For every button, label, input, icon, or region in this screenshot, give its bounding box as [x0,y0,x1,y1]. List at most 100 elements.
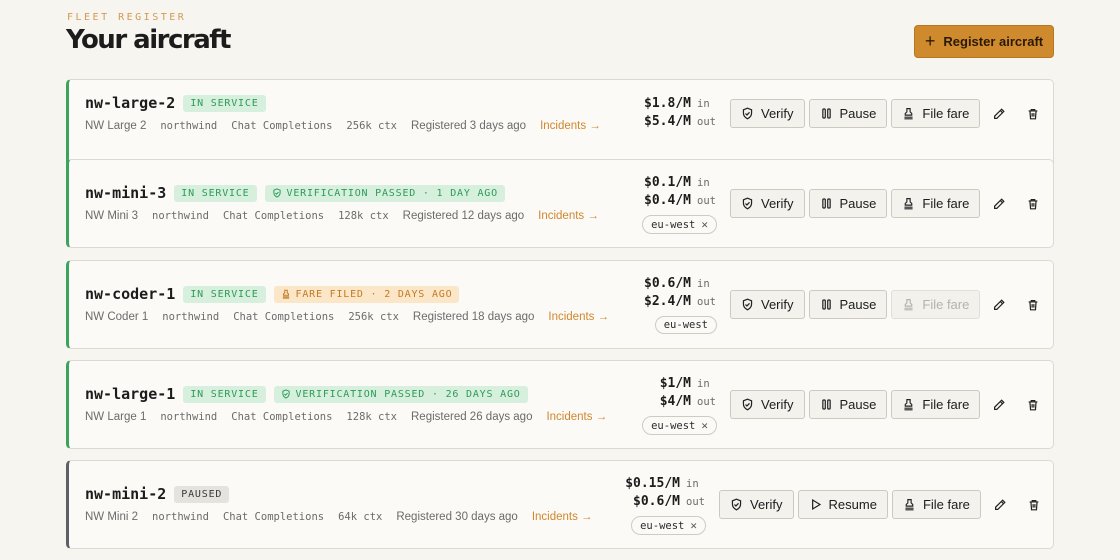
verify-button[interactable]: Verify [730,390,805,419]
aircraft-name: nw-mini-2 [85,485,167,503]
display-name: NW Large 2 [85,120,147,132]
trash-icon [1028,108,1038,119]
trash-icon [1028,198,1038,209]
incidents-link[interactable]: Incidents → [538,210,599,222]
aircraft-name: nw-coder-1 [85,285,176,303]
pause-button[interactable]: Pause [808,290,888,319]
delete-button[interactable] [1018,99,1048,128]
pricing: $0.1/M in $0.4/M out eu-west ✕ [642,175,717,234]
provider: northwind [152,511,209,523]
aircraft-card: nw-mini-2 PAUSED NW Mini 2 northwind Cha… [66,460,1054,549]
display-name: NW Mini 3 [85,210,139,222]
stamp-icon [282,289,289,299]
shield-check-icon [742,298,753,311]
close-icon[interactable]: ✕ [701,218,708,231]
register-aircraft-button[interactable]: + Register aircraft [914,25,1054,58]
verification-badge: VERIFICATION PASSED · 1 DAY AGO [264,184,505,202]
stamp-icon [904,399,913,411]
price-in: $0.15/M [625,476,680,491]
price-in: $1.8/M [644,96,691,111]
verify-button[interactable]: Verify [730,189,805,218]
edit-button[interactable] [984,290,1014,319]
edit-button[interactable] [984,99,1014,128]
stamp-icon [904,299,913,311]
region-tag: eu-west ✕ [631,516,706,535]
api-type: Chat Completions [222,511,325,523]
stamp-icon [904,198,913,210]
close-icon[interactable]: ✕ [690,519,697,532]
pencil-icon [994,107,1006,119]
aircraft-name: nw-large-2 [85,94,176,112]
incidents-link[interactable]: Incidents → [546,411,607,423]
delete-button[interactable] [1018,290,1048,319]
provider: northwind [160,120,218,132]
registered-date: Registered 30 days ago [396,511,518,523]
aircraft-card: nw-large-2 IN SERVICE NW Large 2 northwi… [66,79,1054,168]
play-icon [811,498,821,511]
delete-button[interactable] [1018,189,1048,218]
display-name: NW Mini 2 [85,511,139,523]
pause-button[interactable]: Pause [808,99,888,128]
price-out: $2.4/M [644,294,691,309]
registered-date: Registered 26 days ago [411,411,533,423]
api-type: Chat Completions [233,311,335,323]
status-badge: PAUSED [174,485,230,503]
pause-button[interactable]: Pause [808,189,888,218]
price-out: $0.4/M [644,193,691,208]
region-tag: eu-west ✕ [642,416,717,435]
shield-check-icon [742,107,753,120]
pencil-icon [994,298,1006,310]
stamp-icon [904,108,913,120]
provider: northwind [160,411,218,423]
file-fare-button[interactable]: File fare [891,189,981,218]
trash-icon [1028,299,1038,310]
status-badge: IN SERVICE [183,285,266,303]
trash-icon [1028,399,1038,410]
file-fare-button[interactable]: File fare [891,490,981,519]
close-icon[interactable]: ✕ [701,419,708,432]
incidents-link[interactable]: Incidents → [532,511,593,523]
status-badge: IN SERVICE [183,94,266,112]
resume-button[interactable]: Resume [797,490,888,519]
pause-icon [821,198,831,209]
shield-check-icon [731,498,742,511]
status-badge: IN SERVICE [183,385,266,403]
context-size: 256k ctx [348,311,399,323]
context-size: 64k ctx [338,511,383,523]
register-aircraft-label: Register aircraft [943,34,1044,49]
verify-button[interactable]: Verify [730,290,805,319]
edit-button[interactable] [985,490,1015,519]
edit-button[interactable] [984,189,1014,218]
price-in: $1/M [659,376,691,391]
pricing: $1.8/M in $5.4/M out [644,96,716,129]
file-fare-button[interactable]: File fare [891,390,981,419]
shield-check-icon [742,197,753,210]
shield-check-icon [272,188,281,198]
eyebrow-label: FLEET REGISTER [67,12,187,23]
pause-icon [821,108,831,119]
status-badge: IN SERVICE [174,184,257,202]
incidents-link[interactable]: Incidents → [548,311,609,323]
context-size: 128k ctx [338,210,389,222]
context-size: 256k ctx [346,120,397,132]
price-out: $5.4/M [644,114,691,129]
shield-check-icon [281,389,290,399]
incidents-link[interactable]: Incidents → [540,120,601,132]
price-in: $0.1/M [644,175,691,190]
file-fare-button[interactable]: File fare [891,99,981,128]
page-title: Your aircraft [66,25,232,55]
edit-button[interactable] [984,390,1014,419]
price-out: $0.6/M [633,494,680,509]
verify-button[interactable]: Verify [730,99,805,128]
verify-button[interactable]: Verify [719,490,794,519]
pause-button[interactable]: Pause [808,390,888,419]
delete-button[interactable] [1018,390,1048,419]
registered-date: Registered 12 days ago [402,210,525,222]
pricing: $1/M in $4/M out eu-west ✕ [642,376,717,435]
pencil-icon [994,197,1006,209]
verification-badge: VERIFICATION PASSED · 26 DAYS AGO [273,385,528,403]
registered-date: Registered 3 days ago [411,120,527,132]
delete-button[interactable] [1019,490,1049,519]
file-fare-button: File fare [891,290,981,319]
trash-icon [1029,499,1039,510]
